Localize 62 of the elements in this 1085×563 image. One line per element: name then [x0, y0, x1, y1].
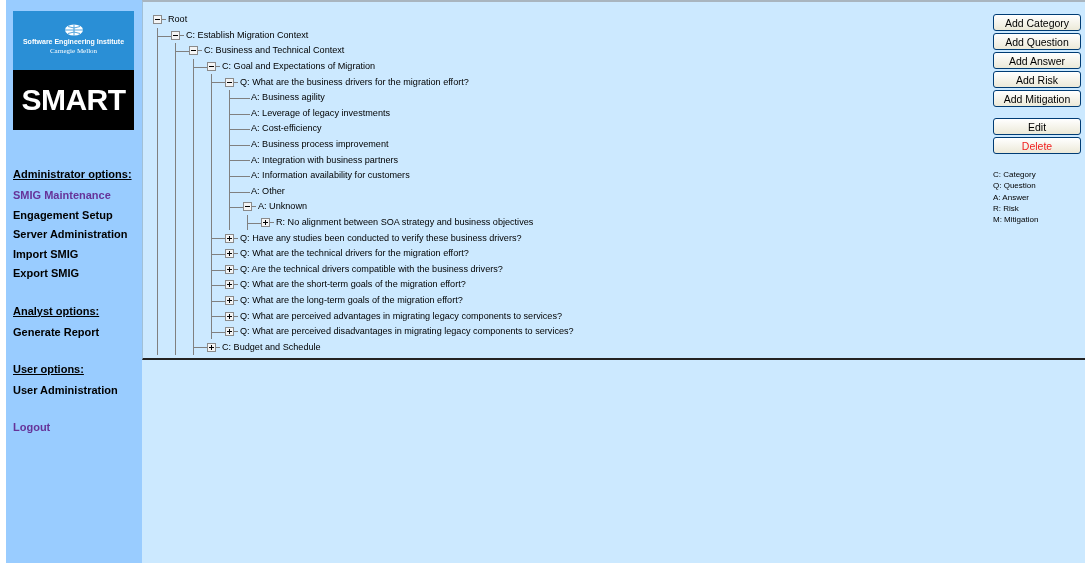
legend-text: Q: Question — [993, 180, 1037, 192]
globe-icon — [63, 24, 84, 36]
tree-node[interactable]: R: No alignment between SOA strategy and business objectives — [276, 216, 534, 229]
tree-node[interactable]: Q: What are the long-term goals of the migration effort? — [240, 294, 463, 307]
legend-text: R: Risk — [993, 202, 1020, 215]
tree-node[interactable]: Q: Have any studies been conducted to verify these business drivers? — [240, 231, 522, 245]
collapse-icon[interactable] — [153, 15, 162, 25]
action-button[interactable]: Add Question — [993, 33, 1081, 50]
tree-node[interactable]: A: Cost-efficiency — [251, 122, 322, 136]
action-button[interactable]: Add Answer — [993, 52, 1081, 69]
nav-link[interactable]: Engagement Setup — [13, 205, 113, 225]
section-heading: User options: — [13, 362, 84, 377]
expand-icon[interactable] — [225, 233, 234, 243]
tree-node[interactable]: C: Budget and Schedule — [222, 340, 321, 354]
tree-node[interactable]: C: Establish Migration Context — [186, 28, 309, 42]
expand-icon[interactable] — [225, 280, 234, 290]
nav-link[interactable]: Generate Report — [13, 322, 100, 342]
tree-node[interactable]: A: Unknown — [258, 200, 308, 214]
tree-node[interactable]: Q: What are perceived advantages in migrating legacy components to services? — [240, 309, 562, 323]
tree-node[interactable]: A: Business agility — [251, 91, 325, 105]
nav-link[interactable]: Server Administration — [13, 225, 128, 245]
expand-icon[interactable] — [207, 342, 216, 352]
legend-text: M: Mitigation — [993, 214, 1040, 226]
action-button[interactable]: Edit — [993, 118, 1081, 135]
section-heading: Analyst options: — [13, 303, 100, 319]
action-button[interactable]: Add Mitigation — [993, 90, 1081, 107]
collapse-icon[interactable] — [171, 30, 180, 40]
nav-link[interactable]: Import SMIG — [13, 244, 79, 264]
expand-icon[interactable] — [225, 249, 234, 259]
collapse-icon[interactable] — [207, 62, 216, 72]
nav-link[interactable]: SMIG Maintenance — [13, 186, 111, 206]
action-button[interactable]: Add Risk — [993, 71, 1081, 88]
tree-node[interactable]: Root — [168, 13, 188, 27]
tree-node[interactable]: A: Integration with business partners — [251, 153, 399, 167]
product-name: SMART — [21, 83, 126, 117]
tree-node[interactable]: C: Goal and Expectations of Migration — [222, 60, 376, 74]
expand-icon[interactable] — [225, 296, 234, 305]
tree-node[interactable]: Q: What are the short-term goals of the migration effort? — [240, 278, 466, 292]
delete-button[interactable]: Delete — [993, 137, 1081, 154]
legend-text: A: Answer — [993, 191, 1030, 203]
nav-link[interactable]: Export SMIG — [13, 264, 79, 284]
tree-node[interactable]: Q: What are the business drivers for the migration effort? — [240, 75, 469, 89]
tree-node[interactable]: A: Information availability for customers — [251, 169, 410, 183]
tree-node[interactable]: Q: What are perceived disadvantages in migrating legacy components to services? — [240, 325, 574, 339]
collapse-icon[interactable] — [225, 77, 234, 87]
expand-icon[interactable] — [261, 218, 270, 227]
expand-icon[interactable] — [225, 327, 234, 337]
expand-icon[interactable] — [225, 311, 234, 321]
tree-node[interactable]: C: Business and Technical Context — [204, 44, 345, 58]
tree-node[interactable]: A: Other — [251, 184, 285, 198]
nav-link[interactable]: Logout — [13, 417, 51, 437]
collapse-icon[interactable] — [243, 202, 252, 212]
tree-node[interactable]: Q: What are the technical drivers for the migration effort? — [240, 247, 469, 261]
action-button[interactable]: Add Category — [993, 14, 1081, 31]
section-heading: Administrator options: — [13, 167, 132, 182]
nav-link[interactable]: User Administration — [13, 381, 118, 401]
expand-icon[interactable] — [225, 264, 234, 274]
tree-node[interactable]: A: Business process improvement — [251, 138, 389, 152]
tree-node[interactable]: Q: Are the technical drivers compatible with the business drivers? — [240, 262, 503, 276]
tree-node[interactable]: A: Leverage of legacy investments — [251, 106, 390, 120]
collapse-icon[interactable] — [189, 46, 198, 56]
legend-text: C: Category — [993, 169, 1037, 181]
